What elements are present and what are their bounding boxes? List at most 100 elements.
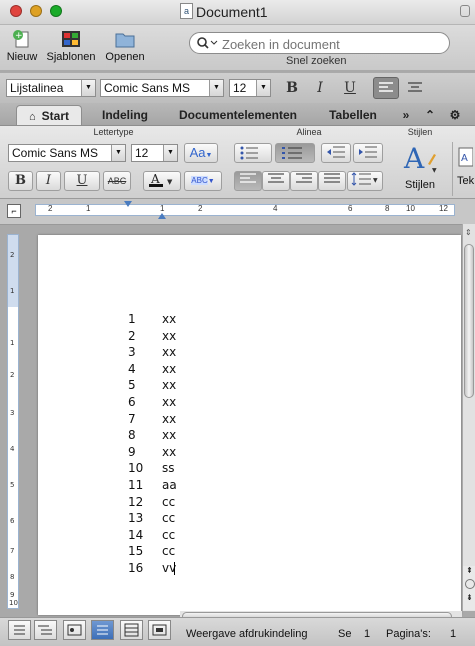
ribbon-font-value: Comic Sans MS: [12, 146, 99, 160]
templates-button[interactable]: Sjablonen: [44, 29, 98, 63]
document-page[interactable]: 1 xx 2 xx 3 xx 4 xx 5 xx 6 xx 7 xx 8 xx 9 xx 10 ss 11 aa 12 cc 1…: [38, 235, 461, 615]
row-text: xx: [162, 378, 177, 393]
text-box-button[interactable]: A Tek: [452, 142, 475, 196]
style-select[interactable]: Lijstalinea ▼: [6, 79, 96, 97]
align-center-button[interactable]: [403, 78, 427, 98]
tab-indeling[interactable]: Indeling: [92, 105, 158, 125]
window-title: Document1: [196, 4, 268, 20]
draft-view-button[interactable]: [8, 620, 31, 640]
size-select[interactable]: 12 ▼: [229, 79, 271, 97]
next-page-icon[interactable]: ⇟: [463, 593, 475, 602]
ribbon-italic-button[interactable]: I: [36, 171, 61, 191]
ruler-label: 2: [198, 204, 203, 213]
ruler-label: 6: [348, 204, 353, 213]
row-text: ss: [162, 461, 175, 476]
row-number: 1: [128, 312, 136, 326]
chevron-down-icon: ▼: [205, 152, 213, 159]
search-input[interactable]: [220, 35, 444, 53]
ribbon-align-left-button[interactable]: [234, 171, 262, 191]
vertical-ruler[interactable]: 2 1 1 2 3 4 5 6 7 8 9 10: [7, 234, 19, 609]
change-case-button[interactable]: Aa▼: [184, 143, 218, 163]
tab-start[interactable]: ⌂ Start: [16, 105, 82, 125]
ribbon-size-select[interactable]: 12 ▼: [131, 144, 178, 162]
group-styles-title: Stijlen: [407, 127, 433, 137]
font-select[interactable]: Comic Sans MS ▼: [100, 79, 224, 97]
decrease-indent-button[interactable]: [321, 143, 351, 163]
publishing-view-button[interactable]: [63, 620, 86, 640]
svg-text:▼: ▼: [167, 178, 173, 186]
decrease-indent-icon: [327, 146, 345, 158]
title-bar: a Document1: [0, 0, 475, 25]
left-indent-marker[interactable]: [158, 213, 166, 219]
focus-view-button[interactable]: [148, 620, 171, 640]
row-number: 4: [128, 361, 136, 376]
zoom-window-button[interactable]: [50, 5, 62, 17]
row-text: xx: [162, 312, 177, 326]
font-color-button[interactable]: A ▼: [143, 171, 181, 191]
search-field[interactable]: [189, 32, 450, 54]
open-button[interactable]: Openen: [102, 29, 148, 63]
first-line-indent-marker[interactable]: [124, 201, 132, 207]
gear-icon[interactable]: ⚙: [444, 105, 466, 125]
tab-stop-selector[interactable]: ⌐: [7, 204, 21, 218]
browse-object-icon[interactable]: [464, 579, 475, 589]
tab-tabellen[interactable]: Tabellen: [318, 105, 388, 125]
ribbon-font-select[interactable]: Comic Sans MS ▼: [8, 144, 126, 162]
align-right-button[interactable]: [290, 171, 318, 191]
vertical-scrollbar[interactable]: ⇕ ⇞ ⇟: [462, 224, 475, 611]
print-layout-view-button[interactable]: [91, 620, 114, 640]
italic-button[interactable]: I: [308, 78, 332, 98]
svg-text:A: A: [461, 153, 468, 164]
new-button[interactable]: + Nieuw: [4, 29, 40, 63]
underline-button[interactable]: U: [338, 78, 362, 98]
row-text: xx: [162, 395, 177, 409]
tab-documentelementen[interactable]: Documentelementen: [172, 105, 304, 125]
ribbon-align-center-button[interactable]: [262, 171, 290, 191]
highlight-button[interactable]: ABC▼: [184, 171, 222, 191]
row-number: 9: [128, 444, 136, 459]
vruler-label: 2: [10, 371, 14, 379]
view-name: Weergave afdrukindeling: [186, 628, 308, 640]
close-window-button[interactable]: [10, 5, 22, 17]
ribbon-underline-button[interactable]: U: [64, 171, 100, 191]
numbering-button[interactable]: [275, 143, 315, 163]
notebook-view-button[interactable]: [120, 620, 143, 640]
outline-view-button[interactable]: [34, 620, 57, 640]
vruler-label: 7: [10, 547, 14, 555]
publishing-view-icon: [67, 624, 82, 636]
collapse-ribbon-icon[interactable]: ⌃: [420, 105, 440, 125]
row-number: 16: [128, 561, 144, 575]
vruler-label: 9: [10, 591, 14, 599]
line-spacing-button[interactable]: ▼: [347, 171, 383, 191]
chevron-down-icon: ▼: [209, 80, 223, 96]
scroll-thumb[interactable]: [464, 244, 474, 398]
status-bar: Weergave afdrukindeling Se 1 Pagina's: 1: [0, 617, 475, 646]
vruler-label: 6: [10, 517, 15, 525]
row-text: aa: [162, 478, 177, 492]
previous-page-icon[interactable]: ⇞: [463, 566, 475, 575]
increase-indent-button[interactable]: [353, 143, 383, 163]
bullet-list-icon: [240, 146, 258, 160]
format-bar: Lijstalinea ▼ Comic Sans MS ▼ 12 ▼ B I U: [0, 72, 475, 104]
ribbon-tabs: ⌂ Start Indeling Documentelementen Tabell…: [0, 103, 475, 126]
bold-button[interactable]: B: [280, 78, 304, 98]
ribbon-bold-button[interactable]: B: [8, 171, 33, 191]
row-text: cc: [162, 544, 176, 559]
split-handle-icon[interactable]: ⇕: [465, 228, 473, 238]
group-paragraph-title: Alinea: [296, 127, 322, 137]
bullets-button[interactable]: [234, 143, 272, 163]
strikethrough-button[interactable]: ABC: [103, 171, 131, 191]
text-box-icon: A: [458, 147, 474, 167]
toolbar-toggle-button[interactable]: [460, 5, 470, 17]
more-tabs-icon[interactable]: »: [396, 105, 416, 125]
justify-button[interactable]: [318, 171, 346, 191]
row-text: xx: [162, 411, 177, 426]
chevron-down-icon: ▼: [163, 145, 177, 161]
templates-icon: [60, 29, 82, 49]
numbered-list-icon: [282, 147, 302, 159]
row-number: 10: [128, 461, 144, 476]
styles-gallery-button[interactable]: A ▼ Stijlen: [398, 142, 442, 196]
horizontal-ruler[interactable]: 2 1 1 2 4 6 8 10 12: [35, 201, 455, 219]
align-left-button[interactable]: [373, 77, 399, 99]
minimize-window-button[interactable]: [30, 5, 42, 17]
